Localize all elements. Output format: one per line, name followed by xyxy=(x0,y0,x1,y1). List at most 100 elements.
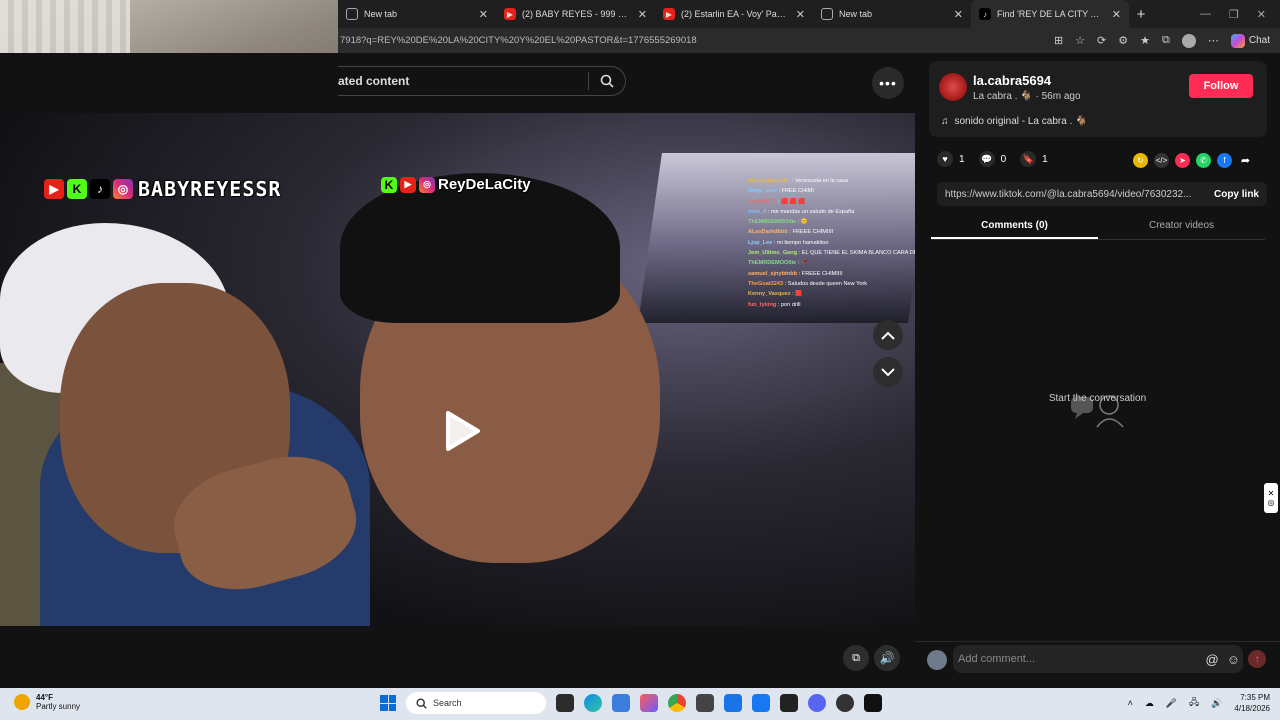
app-available-icon[interactable]: ⊞ xyxy=(1054,34,1063,47)
chat-username: Kenny_Vasquez xyxy=(748,291,791,298)
mic-icon[interactable]: 🎤 xyxy=(1166,698,1177,709)
chat-username: ALexDarkdbbb xyxy=(748,229,788,236)
chrome-icon[interactable] xyxy=(668,694,686,712)
mail-icon[interactable] xyxy=(724,694,742,712)
close-icon[interactable]: ✕ xyxy=(638,8,647,21)
taskbar-search[interactable]: Search xyxy=(406,692,546,714)
collections-icon[interactable]: ⧉ xyxy=(1162,34,1170,47)
tab-baby-reyes[interactable]: ▶ (2) BABY REYES - 999 ( VISUALIZER ✕ xyxy=(496,0,655,28)
close-icon[interactable]: ✕ xyxy=(954,8,963,21)
copilot-label: Chat xyxy=(1248,35,1270,46)
store-icon[interactable] xyxy=(640,694,658,712)
repost-icon[interactable]: ↻ xyxy=(1133,153,1148,168)
embed-icon[interactable]: </> xyxy=(1154,153,1169,168)
tab-label: New tab xyxy=(839,9,873,19)
follow-button[interactable]: Follow xyxy=(1189,74,1253,98)
chat-text: : 🟥 🟥 🟥 xyxy=(776,198,806,205)
close-window-icon[interactable]: ✕ xyxy=(1257,8,1266,21)
search-input[interactable]: ated content xyxy=(338,74,588,88)
previous-video-button[interactable] xyxy=(873,320,903,350)
volume-button[interactable]: 🔊 xyxy=(874,645,900,671)
tab-tiktok-find[interactable]: ♪ Find 'REY DE LA CITY Y EL PASTOR ✕ xyxy=(971,0,1129,28)
extensions-icon[interactable]: ⚙ xyxy=(1118,34,1128,47)
close-icon[interactable]: ✕ xyxy=(796,8,805,21)
edge-sidebar-toggle[interactable]: ✕ ◎ xyxy=(1264,483,1278,513)
chat-message: Jem_Ultimo_Gang : EL QUE TIENE EL SKIMA … xyxy=(748,248,915,258)
save-button[interactable]: 🔖 1 xyxy=(1020,151,1048,167)
sound-link[interactable]: ♫ sonido original - La cabra . 🐐 xyxy=(941,116,1088,127)
play-icon[interactable] xyxy=(444,409,482,453)
sun-icon xyxy=(14,694,30,710)
refresh-extension-icon[interactable]: ⟳ xyxy=(1097,34,1106,47)
url-field[interactable]: 7918?q=REY%20DE%20LA%20CITY%20Y%20EL%20P… xyxy=(338,35,1054,46)
copilot-app-icon[interactable] xyxy=(612,694,630,712)
favorites-icon[interactable]: ★ xyxy=(1140,34,1150,47)
game-app-icon[interactable] xyxy=(780,694,798,712)
close-icon[interactable]: ✕ xyxy=(479,8,488,21)
tab-estarlin[interactable]: ▶ (2) Estarlin EA - Voy' Pa' lla (Visual… xyxy=(655,0,813,28)
close-icon[interactable]: ✕ xyxy=(1112,8,1121,21)
calculator-icon[interactable] xyxy=(696,694,714,712)
copy-link-button[interactable]: Copy link xyxy=(1206,189,1267,200)
comment-input[interactable]: Add comment... xyxy=(953,645,1243,673)
new-tab-button[interactable]: + xyxy=(1129,6,1153,23)
chevron-up-icon[interactable]: ˄ xyxy=(1128,698,1133,708)
more-options-button[interactable]: ••• xyxy=(872,67,904,99)
chat-text: : 😊 xyxy=(796,219,808,226)
tab-new-tab-1[interactable]: New tab ✕ xyxy=(338,0,496,28)
weather-widget[interactable]: 44°F Partly sunny xyxy=(14,693,80,711)
sidebar-icon[interactable]: ◎ xyxy=(1268,498,1275,507)
send-button[interactable]: ↑ xyxy=(1248,650,1266,668)
copilot-button[interactable]: Chat xyxy=(1230,33,1270,48)
video-overlay-brand: K ▶ ◎ ReyDeLaCity xyxy=(381,176,531,193)
speaker-icon[interactable]: 🔊 xyxy=(1211,698,1222,709)
facebook-icon[interactable]: f xyxy=(1217,153,1232,168)
favorite-star-icon[interactable]: ☆ xyxy=(1075,34,1085,47)
chat-text: : me mandas un saludo de España xyxy=(766,208,855,215)
emoji-icon[interactable]: ☺ xyxy=(1227,652,1240,667)
profile-avatar[interactable] xyxy=(1181,33,1196,48)
tab-label: New tab xyxy=(364,9,398,19)
task-view-icon[interactable] xyxy=(556,694,574,712)
chat-message: Ljsp_Lee : mi tiempo hamakitoo xyxy=(748,238,915,248)
network-icon[interactable]: 🖧 xyxy=(1189,695,1199,711)
overlay-handle: ReyDeLaCity xyxy=(438,176,531,193)
mention-icon[interactable]: @ xyxy=(1206,652,1219,667)
search-bar[interactable]: ated content xyxy=(338,66,626,96)
tiktok-app-icon[interactable] xyxy=(864,694,882,712)
obs-icon[interactable] xyxy=(836,694,854,712)
chat-username: Ljsp_Lee xyxy=(748,239,773,246)
share-arrow-icon[interactable]: ➦ xyxy=(1238,153,1253,168)
discord-icon[interactable] xyxy=(808,694,826,712)
instagram-icon: ◎ xyxy=(419,176,435,193)
author-avatar[interactable] xyxy=(939,73,967,101)
tab-comments[interactable]: Comments (0) xyxy=(931,216,1098,239)
facebook-app-icon[interactable] xyxy=(752,694,770,712)
search-icon[interactable] xyxy=(589,74,625,88)
chat-username: ThEMRDEMOOllie xyxy=(748,260,797,267)
whatsapp-icon[interactable]: ✆ xyxy=(1196,153,1211,168)
comment-button[interactable]: 💬 0 xyxy=(978,151,1006,167)
next-video-button[interactable] xyxy=(873,357,903,387)
address-bar-icons: ⊞ ☆ ⟳ ⚙ ★ ⧉ ⋯ Chat xyxy=(1054,33,1280,48)
clock[interactable]: 7:35 PM 4/18/2026 xyxy=(1234,692,1270,714)
tab-creator-videos[interactable]: Creator videos xyxy=(1098,216,1265,239)
picture-in-picture-button[interactable]: ⧉ xyxy=(843,645,869,671)
send-to-friends-icon[interactable]: ➤ xyxy=(1175,153,1190,168)
video-link[interactable]: https://www.tiktok.com/@la.cabra5694/vid… xyxy=(937,189,1206,200)
author-username[interactable]: la.cabra5694 xyxy=(973,73,1051,88)
tab-new-tab-2[interactable]: New tab ✕ xyxy=(813,0,971,28)
tab-page-icon xyxy=(821,8,833,20)
onedrive-icon[interactable]: ☁ xyxy=(1145,698,1154,709)
more-menu-icon[interactable]: ⋯ xyxy=(1208,34,1219,47)
minimize-icon[interactable]: — xyxy=(1200,8,1211,21)
chat-username: Jem_Ultimo_Gang xyxy=(748,250,798,257)
windows-start-icon[interactable] xyxy=(380,695,396,711)
chat-message: mon_d : me mandas un saludo de España xyxy=(748,207,915,217)
close-icon[interactable]: ✕ xyxy=(1268,489,1275,498)
panel-tabs: Comments (0) Creator videos xyxy=(931,216,1265,240)
like-button[interactable]: ♥ 1 xyxy=(937,151,965,167)
edge-icon[interactable] xyxy=(584,694,602,712)
black-cap xyxy=(340,173,620,323)
restore-icon[interactable]: ❐ xyxy=(1229,8,1239,21)
